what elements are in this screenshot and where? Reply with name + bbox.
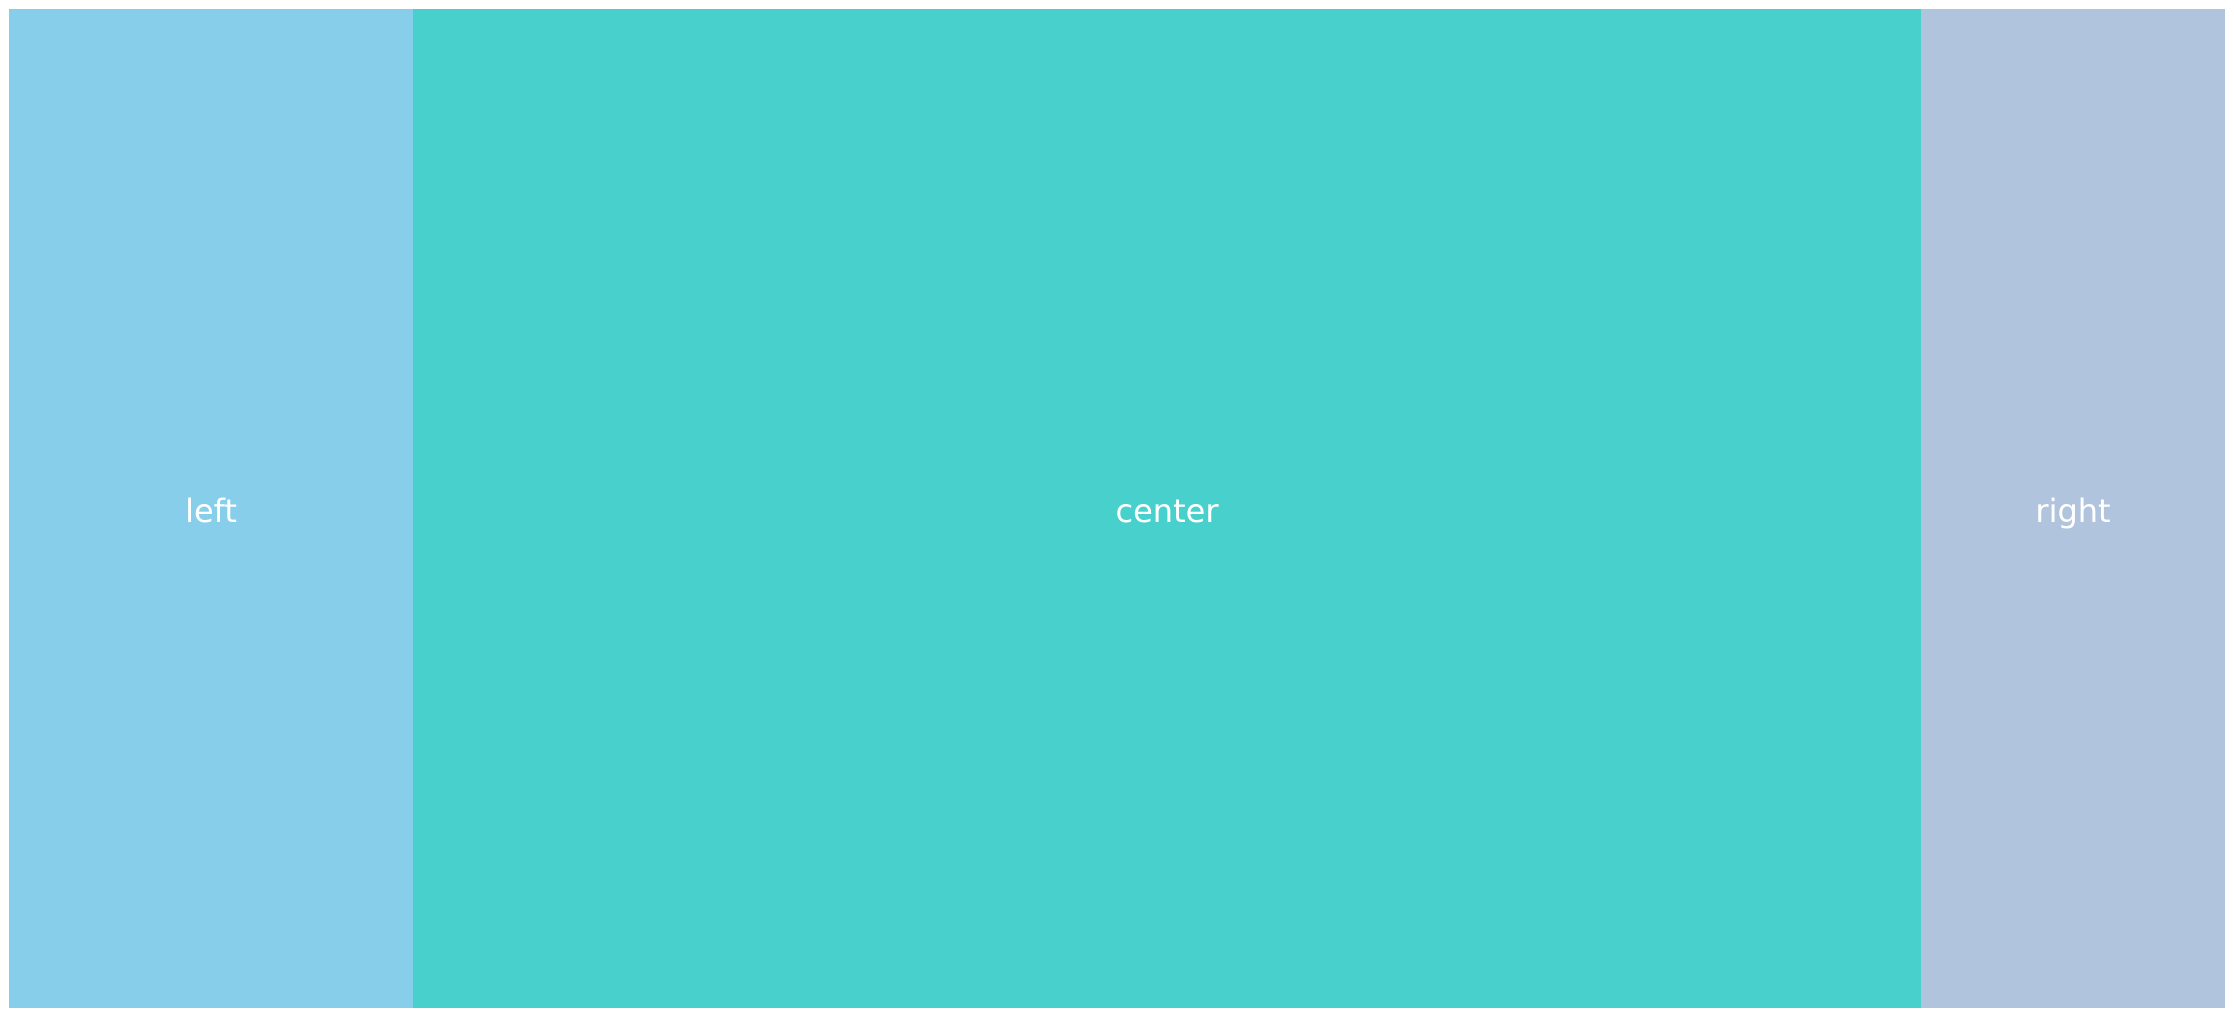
left-panel: left <box>9 9 413 1008</box>
center-panel-label: center <box>1115 491 1219 530</box>
right-panel: right <box>1921 9 2225 1008</box>
three-column-layout: left center right <box>9 9 2225 1008</box>
right-panel-label: right <box>2035 491 2111 530</box>
left-panel-label: left <box>185 491 237 530</box>
center-panel: center <box>413 9 1921 1008</box>
